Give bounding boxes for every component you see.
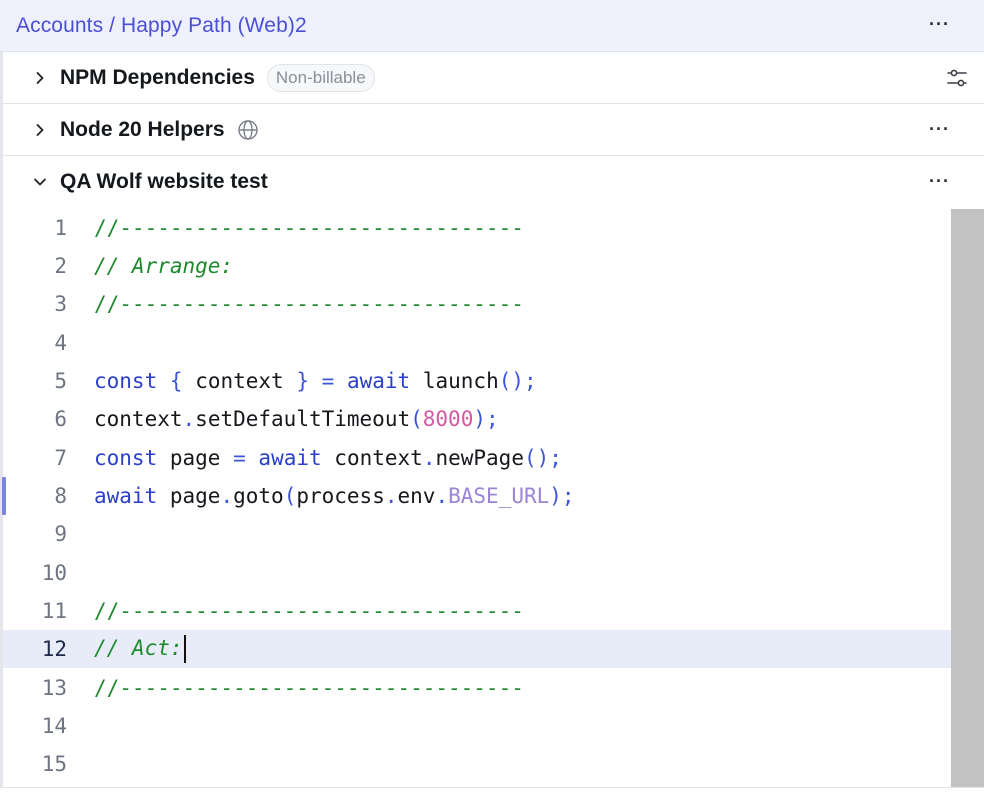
more-options-icon[interactable]: ··· (929, 119, 950, 140)
code-line[interactable]: 6 context.setDefaultTimeout(8000); (3, 400, 951, 438)
section-title: NPM Dependencies (60, 65, 255, 89)
code-text: // Arrange: (94, 254, 234, 278)
section-qa-wolf-website-test[interactable]: QA Wolf website test ··· (3, 156, 984, 208)
line-number: 3 (54, 292, 67, 316)
line-number: 11 (41, 599, 67, 623)
status-badge: Non-billable (266, 63, 375, 92)
line-number: 2 (54, 254, 67, 278)
bottom-divider (0, 787, 984, 796)
code-line[interactable]: 4 (3, 324, 951, 362)
section-title: Node 20 Helpers (60, 117, 225, 141)
code-line[interactable]: 3 //-------------------------------- (3, 285, 951, 323)
code-line[interactable]: 9 (3, 515, 951, 553)
section-node-20-helpers[interactable]: Node 20 Helpers ··· (3, 104, 984, 156)
chevron-right-icon[interactable] (33, 71, 47, 85)
code-editor[interactable]: 1 //-------------------------------- 2 /… (3, 209, 984, 787)
code-text: //-------------------------------- (94, 599, 524, 623)
code-line[interactable]: 7 const page = await context.newPage(); (3, 439, 951, 477)
code-text: //-------------------------------- (94, 676, 524, 700)
globe-icon (237, 119, 259, 141)
more-options-icon[interactable]: ··· (929, 171, 950, 192)
code-text: const { context } = await launch(); (94, 369, 537, 393)
editor-scrollbar[interactable] (951, 209, 984, 787)
line-number: 14 (41, 714, 67, 738)
code-line-active[interactable]: 12 // Act: (3, 630, 951, 668)
breadcrumb[interactable]: Accounts / Happy Path (Web)2 (16, 14, 307, 38)
chevron-down-icon[interactable] (33, 175, 47, 189)
line-number: 4 (54, 331, 67, 355)
chevron-right-icon[interactable] (33, 123, 47, 137)
code-line[interactable]: 10 (3, 554, 951, 592)
code-text: const page = await context.newPage(); (94, 446, 562, 470)
text-cursor (183, 635, 186, 663)
line-number: 13 (41, 676, 67, 700)
line-number: 15 (41, 752, 67, 776)
line-number: 1 (54, 216, 67, 240)
filter-icon[interactable] (946, 67, 968, 89)
code-text: // Act: (94, 635, 186, 663)
code-line[interactable]: 13 //-------------------------------- (3, 669, 951, 707)
line-number: 6 (54, 407, 67, 431)
section-npm-dependencies[interactable]: NPM Dependencies Non-billable (3, 52, 984, 104)
line-change-marker (2, 477, 6, 515)
breadcrumb-header: Accounts / Happy Path (Web)2 ··· (0, 0, 984, 52)
line-number: 10 (41, 561, 67, 585)
more-options-icon[interactable]: ··· (929, 14, 950, 35)
code-line[interactable]: 15 (3, 745, 951, 783)
code-line[interactable]: 2 // Arrange: (3, 247, 951, 285)
code-line[interactable]: 5 const { context } = await launch(); (3, 362, 951, 400)
code-line[interactable]: 8 await page.goto(process.env.BASE_URL); (3, 477, 951, 515)
line-number: 9 (54, 522, 67, 546)
line-number: 5 (54, 369, 67, 393)
code-text: await page.goto(process.env.BASE_URL); (94, 484, 575, 508)
line-number: 7 (54, 446, 67, 470)
code-line[interactable]: 14 (3, 707, 951, 745)
code-text: context.setDefaultTimeout(8000); (94, 407, 499, 431)
line-number: 12 (41, 637, 67, 661)
code-line[interactable]: 1 //-------------------------------- (3, 209, 951, 247)
code-text: //-------------------------------- (94, 216, 524, 240)
line-number: 8 (54, 484, 67, 508)
code-text: //-------------------------------- (94, 292, 524, 316)
section-title: QA Wolf website test (60, 170, 268, 193)
code-line[interactable]: 11 //-------------------------------- (3, 592, 951, 630)
